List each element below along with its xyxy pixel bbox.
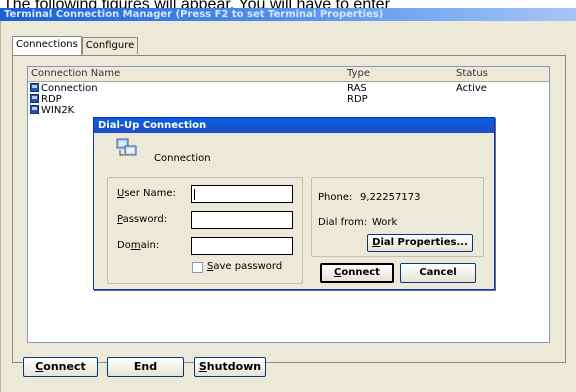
save-password-checkbox[interactable] xyxy=(192,262,203,273)
domain-label: Domain: xyxy=(117,240,160,251)
tab-connections[interactable]: Connections xyxy=(12,36,82,55)
credentials-group: User Name: Password: Domain: Save passwo… xyxy=(107,177,303,284)
connection-name-label: Connection xyxy=(154,153,211,164)
list-item[interactable]: WIN2K xyxy=(30,105,545,116)
tab-configure[interactable]: Configure xyxy=(81,37,139,54)
dial-from-value: Work xyxy=(372,217,398,228)
list-item-name: WIN2K xyxy=(41,105,75,116)
dialog-cancel-button[interactable]: Cancel xyxy=(400,263,476,283)
password-field[interactable] xyxy=(191,211,293,229)
shutdown-button[interactable]: Shutdown xyxy=(194,357,266,377)
window-title: Terminal Connection Manager (Press F2 to… xyxy=(0,8,576,21)
list-item-name: Connection xyxy=(41,83,98,94)
tab-strip: Connections Configure xyxy=(12,36,139,55)
connect-button[interactable]: Connect xyxy=(23,357,98,377)
monitor-icon xyxy=(30,94,39,103)
dial-properties-button[interactable]: Dial Properties... xyxy=(367,234,473,252)
list-item-status: Active xyxy=(456,83,487,94)
column-header-status[interactable]: Status xyxy=(456,67,488,81)
dialup-dialog: Dial-Up Connection Connection User Name:… xyxy=(93,117,495,290)
user-name-field[interactable] xyxy=(191,185,293,203)
list-item-type: RDP xyxy=(347,94,368,105)
dial-info-group: Phone: 9,22257173 Dial from: Work Dial P… xyxy=(311,177,484,257)
user-name-label: User Name: xyxy=(117,188,176,199)
phone-value: 9,22257173 xyxy=(360,192,421,203)
column-header-name[interactable]: Connection Name xyxy=(31,67,120,81)
monitor-icon xyxy=(30,105,39,114)
column-header-type[interactable]: Type xyxy=(347,67,370,81)
list-item-type: RAS xyxy=(347,83,367,94)
list-item[interactable]: Connection RAS Active xyxy=(30,83,545,94)
list-header: Connection Name Type Status xyxy=(28,67,549,82)
domain-field[interactable] xyxy=(191,237,293,255)
dial-from-label: Dial from: xyxy=(318,217,368,228)
list-item-name: RDP xyxy=(41,94,62,105)
monitor-icon xyxy=(30,83,39,92)
dialog-connect-button[interactable]: Connect xyxy=(320,263,394,283)
end-button[interactable]: End xyxy=(107,357,184,377)
dialup-connection-icon xyxy=(116,138,137,156)
list-item[interactable]: RDP RDP xyxy=(30,94,545,105)
dialog-title: Dial-Up Connection xyxy=(94,118,494,133)
phone-label: Phone: xyxy=(318,192,353,203)
text-caret xyxy=(194,189,195,200)
save-password-label[interactable]: Save password xyxy=(207,261,282,272)
password-label: Password: xyxy=(117,214,168,225)
